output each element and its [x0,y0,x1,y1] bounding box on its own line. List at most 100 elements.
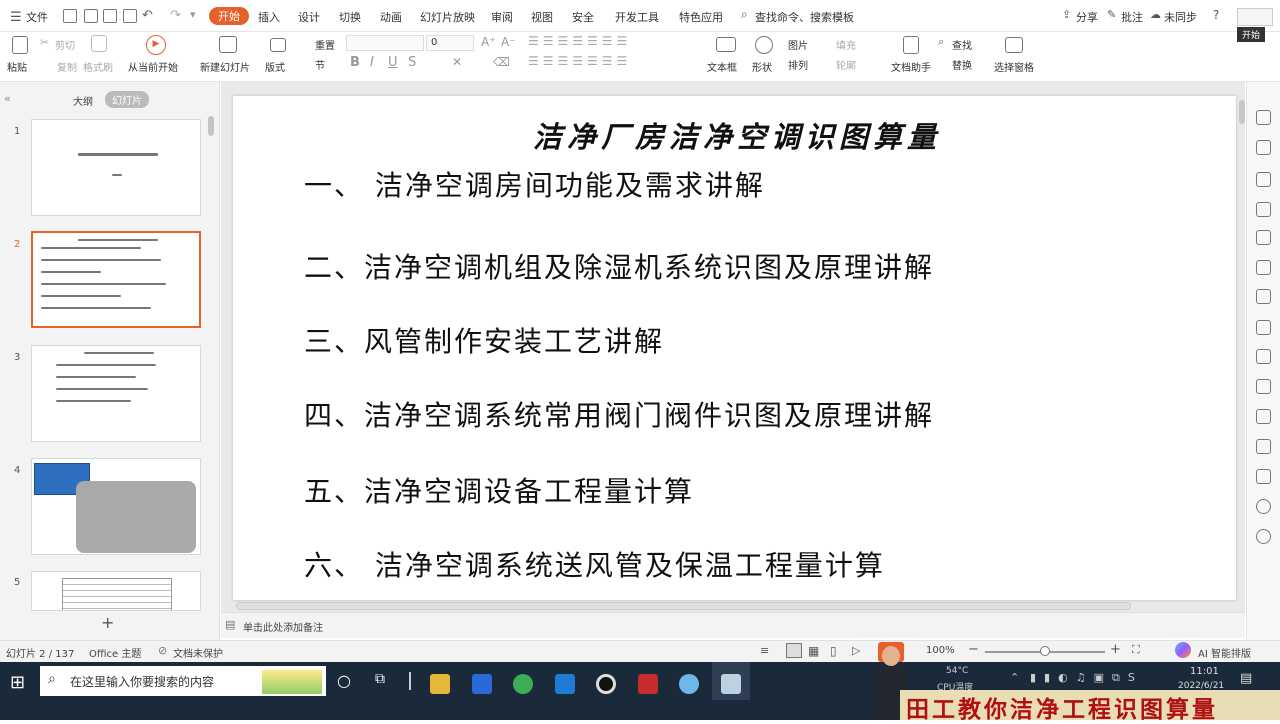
slide-thumbnail-3[interactable] [31,345,201,442]
slide-line-4[interactable]: 四、洁净空调系统常用阀门阀件识图及原理讲解 [304,394,934,434]
help-side-icon[interactable] [1256,529,1271,544]
tab-security[interactable]: 安全 [572,9,594,25]
tab-slideshow[interactable]: 幻灯片放映 [420,9,475,25]
zoom-slider-thumb[interactable] [1040,646,1050,656]
slide-thumbnail-2[interactable] [31,231,201,328]
paragraph-icons[interactable]: ☰☰☰☰☰☰☰ [528,34,631,48]
font-name-field[interactable] [346,35,424,51]
settings-icon[interactable] [1256,289,1271,304]
wps-icon[interactable] [555,674,575,694]
underline-icon[interactable]: U [388,55,398,70]
tab-animations[interactable]: 动画 [380,9,402,25]
slide-line-5[interactable]: 五、洁净空调设备工程量计算 [304,470,694,510]
italic-icon[interactable]: I [370,55,374,70]
zoom-out-icon[interactable]: − [968,642,979,657]
file-explorer-icon[interactable] [430,674,450,694]
ai-layout-button[interactable]: AI 智能排版 [1198,645,1251,660]
slide-line-2[interactable]: 二、洁净空调机组及除湿机系统识图及原理讲解 [304,246,934,286]
grid-icon[interactable] [1256,230,1271,245]
shape-icon[interactable] [755,36,773,54]
sound-icon[interactable] [1256,439,1271,454]
print-preview-icon[interactable] [123,9,137,23]
slide-title[interactable]: 洁净厂房洁净空调识图算量 [533,114,941,156]
slide-line-3[interactable]: 三、风管制作安装工艺讲解 [304,320,664,360]
share-button[interactable]: 分享 [1076,9,1098,25]
customize-icon[interactable]: ▾ [190,8,196,21]
textbox-button[interactable]: 文本框 [707,59,737,74]
zoom-in-icon[interactable]: + [1110,642,1121,657]
outline-button[interactable]: 轮廓 [836,57,856,72]
align-icons[interactable]: ☰☰☰☰☰☰☰ [528,54,631,68]
share-side-icon[interactable] [1256,349,1271,364]
compass-icon[interactable] [1256,172,1271,187]
chart-icon[interactable] [1256,260,1271,275]
slide-thumbnail-5[interactable] [31,571,201,611]
shapes-icon[interactable] [1256,202,1271,217]
format-painter-button[interactable]: 格式刷 [83,59,113,74]
slide-thumbnail-1[interactable] [31,119,201,216]
notes-placeholder[interactable]: 单击此处添加备注 [243,619,323,634]
panel-scrollbar[interactable] [208,116,214,136]
notes-pane[interactable]: ▤ 单击此处添加备注 [221,612,1245,638]
share-icon[interactable]: ⇪ [1062,8,1071,21]
slide-line-1[interactable]: 一、 洁净空调房间功能及需求讲解 [304,164,765,204]
bold-icon[interactable]: B [350,55,360,70]
redo-icon[interactable]: ↷ [170,8,181,23]
undo-icon[interactable]: ↶ [142,8,153,23]
collapse-panel-icon[interactable]: « [4,92,11,105]
find-icon[interactable]: ⌕ [938,35,944,49]
tray-icons[interactable]: ▮▮◐♫▣⧉S [1030,671,1143,685]
tab-insert[interactable]: 插入 [258,9,280,25]
save-icon[interactable] [63,9,77,23]
taskbar-search[interactable]: ⌕ 在这里输入你要搜索的内容 [40,666,326,696]
hamburger-icon[interactable]: ☰ [10,10,22,25]
slide-line-6[interactable]: 六、 洁净空调系统送风管及保温工程量计算 [304,544,885,584]
doc-helper-button[interactable]: 文档助手 [891,59,931,74]
user-box[interactable] [1237,8,1273,26]
layout-icon[interactable] [270,38,286,52]
help-icon[interactable]: ? [1213,8,1219,22]
record-icon[interactable] [596,674,616,694]
notes-toggle-icon[interactable]: ≡ [760,644,769,657]
find-button[interactable]: 查找 [952,37,972,52]
protect-status[interactable]: 文档未保护 [173,645,223,660]
add-slide-icon[interactable]: + [101,613,114,632]
store-icon[interactable] [472,674,492,694]
font-shrink-icon[interactable]: A⁻ [501,35,516,49]
browser-icon[interactable] [513,674,533,694]
tab-review[interactable]: 审阅 [491,9,513,25]
tab-slides[interactable]: 幻灯片 [105,91,149,108]
magic-icon[interactable] [1256,110,1271,125]
reply-icon[interactable] [1256,469,1271,484]
zoom-level[interactable]: 100% [926,645,955,656]
fill-button[interactable]: 填充 [836,37,856,52]
section-button[interactable]: 节 [315,57,325,72]
canvas-hscrollbar[interactable] [236,602,1131,610]
comment-button[interactable]: 批注 [1121,9,1143,25]
new-slide-button[interactable]: 新建幻灯片 [200,59,250,74]
comment-icon[interactable]: ✎ [1107,8,1116,21]
print-icon[interactable] [103,9,117,23]
export-icon[interactable] [84,9,98,23]
tab-developer[interactable]: 开发工具 [615,9,659,25]
picture-button[interactable]: 图片 [788,37,808,52]
superscript-icon[interactable]: ✕ [452,55,462,69]
slide-thumbnail-4[interactable] [31,458,201,555]
clock-time[interactable]: 11:01 [1190,666,1219,677]
cad-icon[interactable] [638,674,658,694]
sorter-view-icon[interactable]: ▦ [808,644,819,658]
presentation-app-icon[interactable] [721,674,741,694]
font-grow-icon[interactable]: A⁺ [481,35,496,49]
windows-start-icon[interactable]: ⊞ [10,672,25,693]
media-icon[interactable] [1256,320,1271,335]
layout-button[interactable]: 版式 [265,59,285,74]
strikethrough-icon[interactable]: S [408,55,416,70]
theme-name[interactable]: Office 主题 [89,645,141,660]
sync-status[interactable]: 未同步 [1164,9,1197,25]
reset-button[interactable]: 重置 [315,37,335,52]
task-view-icon[interactable]: ⧉ [375,671,385,687]
selection-pane-icon[interactable] [1005,37,1023,53]
tray-expand-icon[interactable]: ⌃ [1010,671,1019,684]
menu-file[interactable]: 文件 [26,9,48,25]
tab-home[interactable]: 开始 [209,7,249,25]
